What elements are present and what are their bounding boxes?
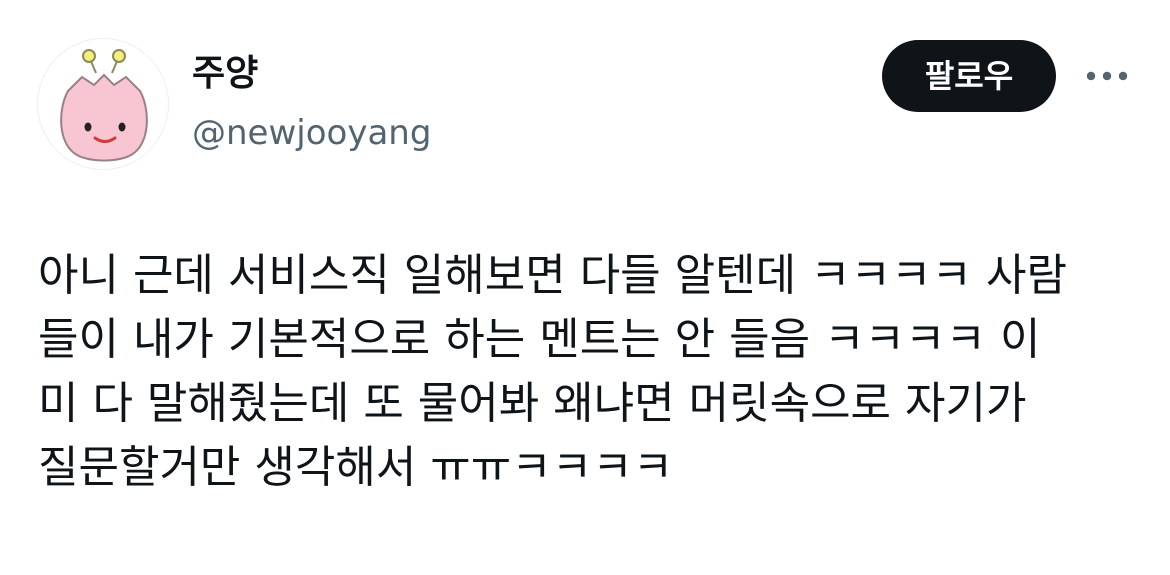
tweet-text-line: 아니 근데 서비스직 일해보면 다들 알텐데 ㅋㅋㅋㅋ 사람 [38, 250, 1067, 301]
author-display-name[interactable]: 주양 [192, 50, 258, 98]
tweet: 주양 @newjooyang 팔로우 아니 근데 서비스직 일해보면 다들 알텐… [0, 0, 1170, 575]
more-horizontal-icon [1086, 71, 1128, 81]
tulip-character-icon [60, 49, 148, 162]
tweet-text: 아니 근데 서비스직 일해보면 다들 알텐데 ㅋㅋㅋㅋ 사람 들이 내가 기본적… [38, 244, 1138, 500]
tweet-text-line: 들이 내가 기본적으로 하는 멘트는 안 들음 ㅋㅋㅋㅋ 이 [38, 314, 1041, 365]
author-handle[interactable]: @newjooyang [192, 110, 431, 156]
more-options-button[interactable] [1082, 60, 1132, 92]
follow-button[interactable]: 팔로우 [882, 40, 1056, 112]
tweet-text-line: 질문할거만 생각해서 ㅠㅠㅋㅋㅋㅋ [38, 442, 674, 493]
tweet-text-line: 미 다 말해줬는데 또 물어봐 왜냐면 머릿속으로 자기가 [38, 378, 1027, 429]
author-avatar[interactable] [37, 38, 169, 170]
